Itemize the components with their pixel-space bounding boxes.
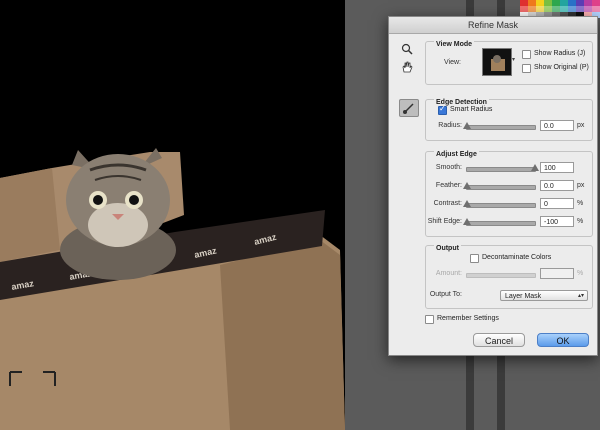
amount-input [540, 268, 574, 279]
output-legend: Output [434, 245, 461, 252]
remember-settings-label: Remember Settings [437, 315, 499, 322]
feather-slider-thumb[interactable] [463, 182, 471, 189]
feather-label: Feather: [435, 182, 462, 189]
output-to-select[interactable]: Layer Mask ▴▾ [500, 290, 588, 301]
image-canvas[interactable]: amaz amaz amaz amaz amaz [0, 0, 345, 430]
smooth-input[interactable]: 100 [540, 162, 574, 173]
smart-radius-checkbox[interactable] [438, 104, 447, 115]
radius-slider-thumb[interactable] [463, 122, 471, 129]
show-radius-label: Show Radius (J) [534, 50, 586, 57]
view-mode-thumbnail[interactable] [482, 48, 512, 76]
refine-brush-icon[interactable] [399, 99, 419, 117]
view-dropdown-arrow-icon[interactable]: ▾ [512, 56, 516, 66]
zoom-icon[interactable] [401, 43, 413, 55]
smooth-slider-thumb[interactable] [531, 164, 539, 171]
feather-unit: px [577, 182, 585, 189]
contrast-slider[interactable] [463, 200, 536, 208]
refine-mask-dialog: Refine Mask View Mode View: ▾ Show Radiu… [388, 16, 598, 356]
shift-edge-input[interactable]: -100 [540, 216, 574, 227]
view-label: View: [444, 59, 461, 66]
contrast-unit: % [577, 200, 584, 207]
contrast-input[interactable]: 0 [540, 198, 574, 209]
radius-input[interactable]: 0.0 [540, 120, 574, 131]
adjust-edge-group: Adjust Edge Smooth: 100 Feather: 0.0 px … [425, 151, 593, 237]
dialog-title[interactable]: Refine Mask [389, 17, 597, 34]
hand-icon[interactable] [401, 61, 413, 73]
shift-edge-unit: % [577, 218, 584, 225]
contrast-slider-thumb[interactable] [463, 200, 471, 207]
adjust-edge-legend: Adjust Edge [434, 151, 479, 158]
decontaminate-colors-label: Decontaminate Colors [482, 254, 552, 261]
shift-edge-slider[interactable] [463, 218, 536, 226]
contrast-label: Contrast: [433, 200, 462, 207]
smooth-slider[interactable] [466, 164, 539, 172]
smooth-label: Smooth: [435, 164, 462, 171]
select-arrows-icon: ▴▾ [577, 293, 584, 299]
output-group: Output Decontaminate Colors Amount: % Ou… [425, 245, 593, 309]
radius-slider[interactable] [463, 122, 536, 130]
shift-edge-label: Shift Edge: [427, 218, 462, 225]
cancel-button[interactable]: Cancel [473, 333, 525, 347]
feather-input[interactable]: 0.0 [540, 180, 574, 191]
output-to-value: Layer Mask [505, 293, 542, 300]
amount-unit: % [577, 270, 584, 277]
amount-label: Amount: [435, 270, 462, 277]
shift-edge-slider-thumb[interactable] [463, 218, 471, 225]
decontaminate-colors-checkbox[interactable] [470, 254, 479, 263]
edge-detection-group: Edge Detection Smart Radius Radius: 0.0 … [425, 99, 593, 141]
show-original-checkbox[interactable] [522, 64, 531, 73]
show-original-label: Show Original (P) [534, 64, 589, 71]
show-radius-checkbox[interactable] [522, 50, 531, 59]
amount-slider [466, 273, 536, 278]
view-mode-legend: View Mode [434, 41, 475, 48]
ok-button[interactable]: OK [537, 333, 589, 347]
feather-slider[interactable] [463, 182, 536, 190]
remember-settings-checkbox[interactable] [425, 315, 434, 324]
cat-in-box-image: amaz amaz amaz amaz amaz [0, 148, 345, 430]
output-to-label: Output To: [429, 291, 462, 298]
smart-radius-label: Smart Radius [450, 106, 493, 113]
radius-label: Radius: [438, 122, 462, 129]
view-mode-group: View Mode View: ▾ Show Radius (J) Show O… [425, 41, 593, 85]
radius-unit: px [577, 122, 585, 129]
